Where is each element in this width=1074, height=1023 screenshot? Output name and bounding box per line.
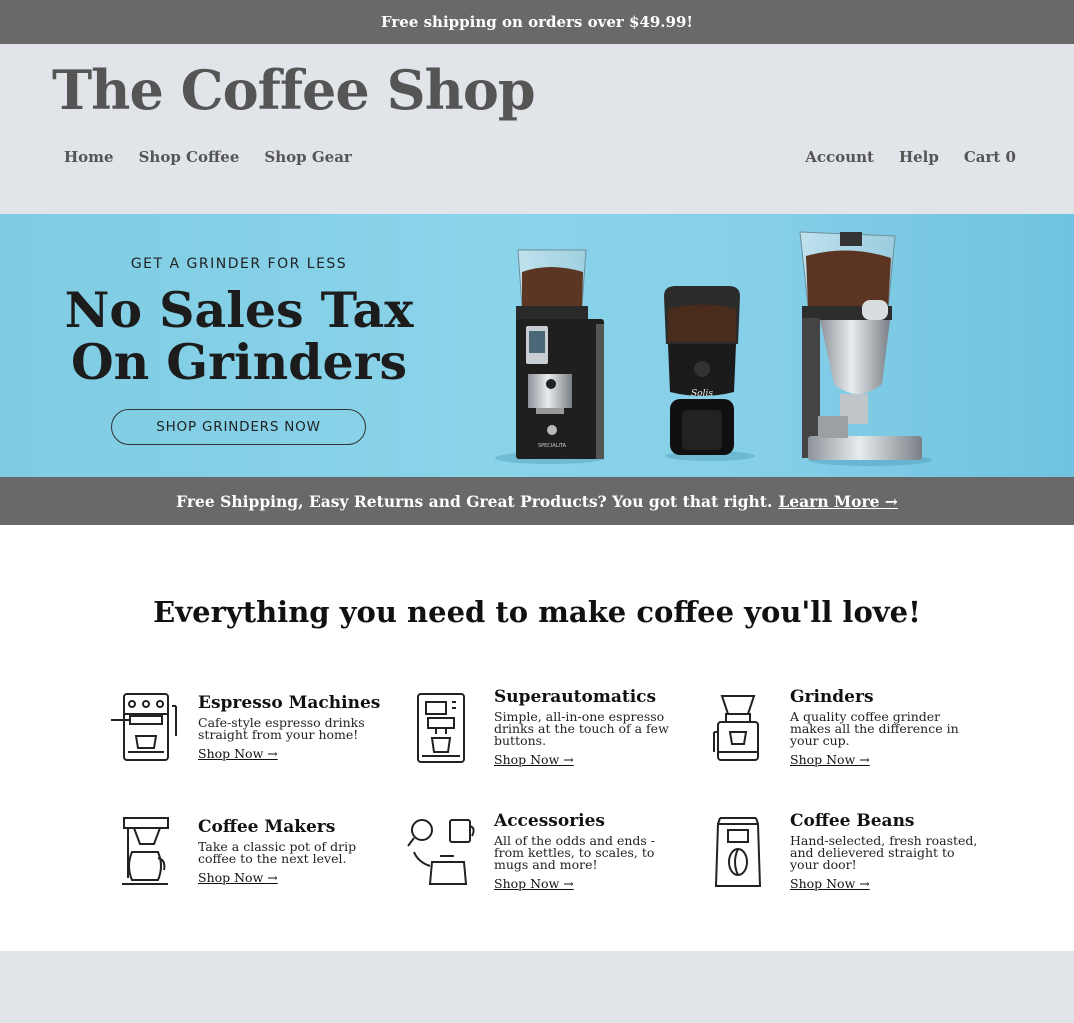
- shop-now-link[interactable]: Shop Now →: [790, 876, 870, 891]
- category-name: Espresso Machines: [198, 693, 381, 713]
- category-coffee-beans: Coffee Beans Hand-selected, fresh roaste…: [702, 810, 1002, 891]
- superautomatic-icon: [417, 693, 465, 763]
- coffee-maker-icon: [122, 817, 169, 885]
- nav-cart[interactable]: Cart 0: [964, 148, 1016, 166]
- account-nav: Account Help Cart 0: [805, 148, 1016, 166]
- nav-shop-gear[interactable]: Shop Gear: [264, 148, 351, 166]
- grinder-icon: [713, 695, 759, 761]
- category-description: A quality coffee grinder makes all the d…: [790, 709, 959, 748]
- category-description: Simple, all-in-one espresso drinks at th…: [494, 709, 669, 748]
- categories-section: Everything you need to make coffee you'l…: [0, 525, 1074, 951]
- category-name: Grinders: [790, 687, 874, 707]
- shop-grinders-button[interactable]: SHOP GRINDERS NOW: [111, 409, 366, 445]
- category-superautomatics: Superautomatics Simple, all-in-one espre…: [406, 686, 706, 767]
- hero-title-line-2: On Grinders: [70, 333, 408, 391]
- category-description: All of the odds and ends - from kettles,…: [494, 833, 656, 872]
- category-name: Accessories: [494, 811, 605, 831]
- shop-now-link[interactable]: Shop Now →: [790, 752, 870, 767]
- coffee-bag-icon: [714, 817, 762, 887]
- section-title: Everything you need to make coffee you'l…: [153, 595, 921, 629]
- main-nav: Home Shop Coffee Shop Gear: [64, 148, 352, 166]
- hero-title: No Sales Tax On Grinders: [0, 284, 478, 388]
- nav-shop-coffee[interactable]: Shop Coffee: [139, 148, 240, 166]
- shop-now-link[interactable]: Shop Now →: [494, 876, 574, 891]
- site-header: The Coffee Shop Home Shop Coffee Shop Ge…: [0, 44, 1074, 214]
- category-grinders: Grinders A quality coffee grinder makes …: [702, 686, 1002, 767]
- category-coffee-makers: Coffee Makers Take a classic pot of drip…: [110, 816, 410, 896]
- hero-banner[interactable]: GET A GRINDER FOR LESS No Sales Tax On G…: [0, 214, 1074, 477]
- site-logo[interactable]: The Coffee Shop: [52, 58, 536, 122]
- solis-grinder: Solis: [664, 286, 740, 455]
- category-description: Hand-selected, fresh roasted, and deliev…: [790, 833, 978, 872]
- promo-text: Free Shipping, Easy Returns and Great Pr…: [176, 491, 773, 511]
- grinder-badge-1: SPECIALITA: [538, 443, 567, 449]
- shop-now-link[interactable]: Shop Now →: [494, 752, 574, 767]
- category-name: Coffee Makers: [198, 817, 336, 837]
- category-espresso-machines: Espresso Machines Cafe-style espresso dr…: [110, 692, 410, 772]
- accessories-icon: [407, 819, 475, 885]
- grinder-badge-2: Solis: [691, 389, 713, 399]
- footer: [0, 951, 1074, 1023]
- shop-now-link[interactable]: Shop Now →: [198, 870, 278, 885]
- promo-banner: Free Shipping, Easy Returns and Great Pr…: [0, 477, 1074, 525]
- espresso-machine-icon: [111, 693, 177, 761]
- category-accessories: Accessories All of the odds and ends - f…: [406, 810, 706, 891]
- silver-grinder: [799, 231, 922, 460]
- grinders-image: SPECIALITA Solis: [495, 231, 932, 466]
- category-description: Cafe-style espresso drinks straight from…: [198, 715, 365, 742]
- free-shipping-text: Free shipping on orders over $49.99!: [381, 13, 693, 31]
- nav-home[interactable]: Home: [64, 148, 114, 166]
- nav-help[interactable]: Help: [899, 148, 939, 166]
- nav-account[interactable]: Account: [805, 148, 874, 166]
- category-name: Coffee Beans: [790, 811, 915, 831]
- learn-more-link[interactable]: Learn More →: [778, 492, 898, 511]
- hero-eyebrow: GET A GRINDER FOR LESS: [130, 256, 348, 272]
- category-name: Superautomatics: [494, 687, 657, 707]
- shop-now-link[interactable]: Shop Now →: [198, 746, 278, 761]
- hero-title-line-1: No Sales Tax: [64, 281, 414, 339]
- specialita-grinder: SPECIALITA: [516, 249, 604, 459]
- free-shipping-banner: Free shipping on orders over $49.99!: [0, 0, 1074, 44]
- category-description: Take a classic pot of drip coffee to the…: [198, 839, 357, 866]
